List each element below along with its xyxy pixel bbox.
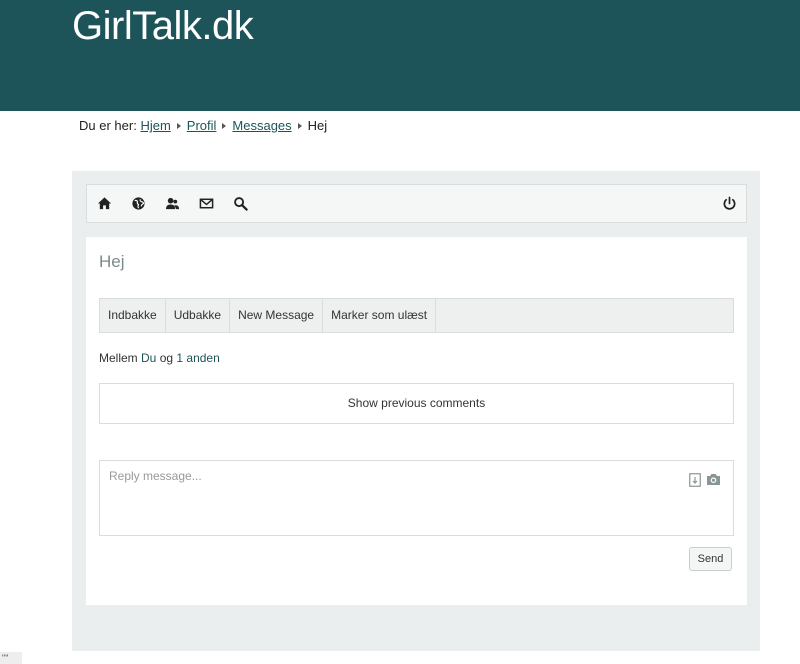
globe-icon[interactable] xyxy=(121,185,155,222)
mail-icon[interactable] xyxy=(189,185,223,222)
breadcrumb-current: Hej xyxy=(307,118,328,133)
page-title: Hej xyxy=(99,252,125,271)
participant-self-link[interactable]: Du xyxy=(141,351,156,365)
show-previous-comments-button[interactable]: Show previous comments xyxy=(99,383,734,424)
participants-and: og xyxy=(159,351,174,365)
breadcrumb-link-messages[interactable]: Messages xyxy=(232,118,291,133)
reply-input[interactable] xyxy=(100,461,733,535)
breadcrumb-arrow-icon xyxy=(176,122,181,129)
toolbar xyxy=(86,184,747,223)
messages-panel: Hej Indbakke Udbakke New Message Marker … xyxy=(72,171,760,651)
breadcrumb-arrow-icon xyxy=(297,122,302,129)
tab-mark-unread[interactable]: Marker som ulæst xyxy=(323,299,437,332)
breadcrumb-prefix: Du er her: xyxy=(79,118,137,133)
message-tabs: Indbakke Udbakke New Message Marker som … xyxy=(99,298,734,333)
tab-indbakke[interactable]: Indbakke xyxy=(100,299,166,332)
users-icon[interactable] xyxy=(155,185,189,222)
breadcrumb: Du er her: Hjem Profil Messages Hej xyxy=(79,118,327,133)
search-icon[interactable] xyxy=(223,185,257,222)
camera-icon[interactable] xyxy=(706,473,721,487)
breadcrumb-arrow-icon xyxy=(222,122,227,129)
breadcrumb-link-profil[interactable]: Profil xyxy=(187,118,217,133)
message-content: Hej Indbakke Udbakke New Message Marker … xyxy=(86,237,747,605)
tab-new-message[interactable]: New Message xyxy=(230,299,324,332)
reply-box xyxy=(99,460,734,536)
participants-prefix: Mellem xyxy=(99,351,138,365)
corner-text: "" xyxy=(0,652,22,664)
tab-udbakke[interactable]: Udbakke xyxy=(166,299,231,332)
send-button[interactable]: Send xyxy=(689,547,732,571)
breadcrumb-link-hjem[interactable]: Hjem xyxy=(140,118,170,133)
attachment-icons xyxy=(689,473,721,487)
participants-line: Mellem Du og 1 anden xyxy=(99,351,220,365)
site-title[interactable]: GirlTalk.dk xyxy=(72,4,254,49)
power-icon[interactable] xyxy=(712,185,746,222)
file-attach-icon[interactable] xyxy=(689,473,701,487)
home-icon[interactable] xyxy=(87,185,121,222)
participant-others-link[interactable]: 1 anden xyxy=(176,351,219,365)
site-header: GirlTalk.dk xyxy=(0,0,800,111)
